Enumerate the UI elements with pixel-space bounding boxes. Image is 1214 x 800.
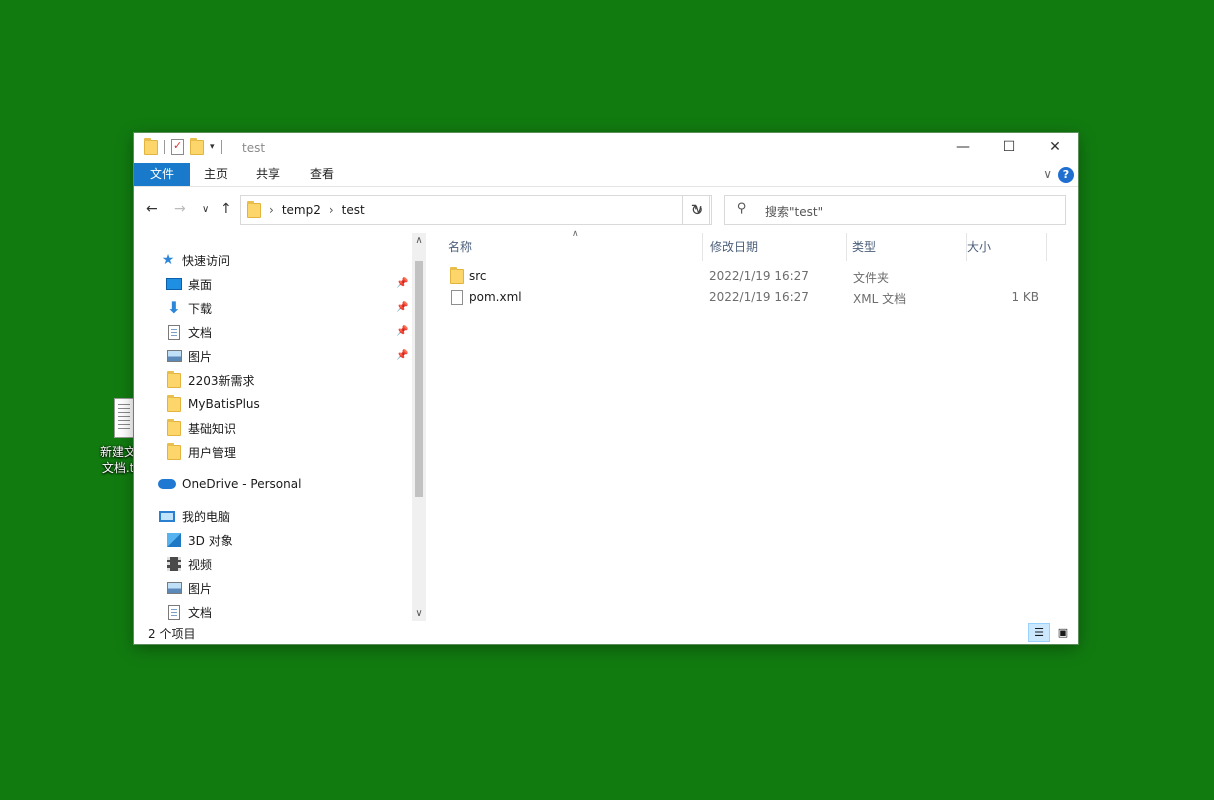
file-list: ∧ 名称 修改日期 类型 大小 src 2022/1/19 16:27 文件夹 … bbox=[426, 229, 1078, 621]
minimize-button[interactable]: — bbox=[940, 133, 986, 161]
sidebar-item-3d-objects[interactable]: 3D 对象 bbox=[166, 528, 233, 552]
video-icon bbox=[167, 557, 181, 571]
breadcrumb-item[interactable]: test bbox=[342, 203, 365, 217]
desktop-icon bbox=[166, 278, 182, 290]
back-arrow-icon[interactable]: ← bbox=[146, 201, 158, 217]
tab-home[interactable]: 主页 bbox=[194, 163, 238, 186]
sidebar-item-pc-documents[interactable]: 文档 bbox=[166, 600, 212, 621]
table-row[interactable]: pom.xml 2022/1/19 16:27 XML 文档 1 KB bbox=[426, 287, 1046, 308]
quick-access-toolbar: ▾ bbox=[144, 137, 222, 155]
file-modified: 2022/1/19 16:27 bbox=[709, 269, 809, 283]
file-type: 文件夹 bbox=[853, 271, 890, 285]
scroll-up-icon[interactable]: ∧ bbox=[412, 235, 426, 246]
window-controls: — ☐ ✕ bbox=[940, 133, 1078, 161]
navigation-pane: ★ 快速访问 桌面 📌 ⬇ 下载 📌 文档 📌 图片 📌 2203新需求 MyB… bbox=[134, 233, 412, 621]
star-icon: ★ bbox=[161, 252, 175, 268]
pin-icon[interactable]: 📌 bbox=[396, 326, 408, 337]
cloud-icon bbox=[158, 479, 176, 489]
document-icon bbox=[168, 324, 180, 340]
sidebar-item-onedrive[interactable]: OneDrive - Personal bbox=[158, 472, 301, 496]
chevron-right-icon[interactable]: › bbox=[269, 203, 274, 217]
breadcrumb-item[interactable]: temp2 bbox=[282, 203, 321, 217]
forward-arrow-icon[interactable]: → bbox=[174, 201, 186, 217]
window-title: test bbox=[242, 141, 266, 155]
pin-icon[interactable]: 📌 bbox=[396, 302, 408, 313]
folder-icon bbox=[167, 418, 181, 436]
customize-toolbar-icon[interactable]: ▾ bbox=[210, 142, 215, 152]
folder-icon bbox=[247, 200, 261, 218]
folder-icon bbox=[167, 442, 181, 460]
sidebar-item-pictures[interactable]: 图片 bbox=[166, 344, 212, 368]
item-count: 2 个项目 bbox=[148, 627, 196, 641]
folder-icon bbox=[167, 394, 181, 412]
scroll-down-icon[interactable]: ∨ bbox=[412, 608, 426, 619]
tab-view[interactable]: 查看 bbox=[300, 163, 344, 186]
file-size: 1 KB bbox=[1011, 290, 1039, 304]
sidebar-item-pc-pictures[interactable]: 图片 bbox=[166, 576, 212, 600]
file-modified: 2022/1/19 16:27 bbox=[709, 290, 809, 304]
sidebar-item-this-pc[interactable]: 我的电脑 bbox=[158, 504, 230, 528]
help-icon[interactable]: ? bbox=[1058, 167, 1074, 183]
search-icon: ⚲ bbox=[737, 201, 747, 216]
properties-icon[interactable] bbox=[171, 139, 184, 155]
tab-share[interactable]: 共享 bbox=[246, 163, 290, 186]
refresh-button[interactable]: ↻ bbox=[682, 195, 712, 225]
sidebar-item-mybatisplus[interactable]: MyBatisPlus bbox=[166, 392, 260, 416]
column-header-size[interactable]: 大小 bbox=[953, 233, 1041, 261]
new-folder-icon[interactable] bbox=[190, 137, 204, 155]
column-header-modified[interactable]: 修改日期 bbox=[696, 233, 838, 261]
sidebar-item-downloads[interactable]: ⬇ 下载 bbox=[166, 296, 212, 320]
picture-icon bbox=[166, 582, 182, 594]
file-name: pom.xml bbox=[469, 290, 522, 304]
file-icon bbox=[451, 290, 463, 305]
text-document-icon bbox=[114, 398, 134, 438]
pin-icon[interactable]: 📌 bbox=[396, 278, 408, 289]
scrollbar-thumb[interactable] bbox=[415, 261, 423, 497]
close-button[interactable]: ✕ bbox=[1032, 133, 1078, 161]
sidebar-item-user-management[interactable]: 用户管理 bbox=[166, 440, 236, 464]
sidebar-item-videos[interactable]: 视频 bbox=[166, 552, 212, 576]
pin-icon[interactable]: 📌 bbox=[396, 350, 408, 361]
recent-locations-icon[interactable]: ∨ bbox=[202, 204, 209, 215]
3d-objects-icon bbox=[167, 533, 181, 547]
folder-icon bbox=[450, 267, 464, 284]
computer-icon bbox=[159, 510, 175, 522]
view-switcher: ☰ ▣ bbox=[1028, 623, 1074, 642]
navigation-scrollbar[interactable]: ∧ ∨ bbox=[412, 233, 426, 621]
sidebar-item-basics[interactable]: 基础知识 bbox=[166, 416, 236, 440]
file-type: XML 文档 bbox=[853, 292, 907, 306]
large-icons-view-icon[interactable]: ▣ bbox=[1052, 623, 1074, 642]
explorer-window: ▾ test — ☐ ✕ 文件 主页 共享 查看 ∨ ? ← → ∨ ↑ › t… bbox=[134, 133, 1078, 644]
column-header-name[interactable]: 名称 bbox=[434, 233, 702, 261]
sidebar-item-quick-access[interactable]: ★ 快速访问 bbox=[160, 248, 230, 272]
sidebar-item-documents[interactable]: 文档 bbox=[166, 320, 212, 344]
table-row[interactable]: src 2022/1/19 16:27 文件夹 bbox=[426, 266, 1046, 287]
status-bar: 2 个项目 ☰ ▣ bbox=[134, 621, 1078, 644]
refresh-icon: ↻ bbox=[690, 201, 704, 219]
folder-icon bbox=[167, 370, 181, 388]
maximize-button[interactable]: ☐ bbox=[986, 133, 1032, 161]
folder-icon bbox=[144, 137, 158, 155]
up-arrow-icon[interactable]: ↑ bbox=[220, 201, 232, 217]
details-view-icon[interactable]: ☰ bbox=[1028, 623, 1050, 642]
sidebar-item-desktop[interactable]: 桌面 bbox=[166, 272, 212, 296]
chevron-right-icon[interactable]: › bbox=[329, 203, 334, 217]
title-bar: ▾ test — ☐ ✕ bbox=[134, 133, 1078, 163]
address-bar[interactable]: › temp2 › test ∨ bbox=[240, 195, 710, 225]
search-placeholder: 搜索"test" bbox=[765, 205, 824, 219]
sidebar-item-2203[interactable]: 2203新需求 bbox=[166, 368, 255, 392]
document-icon bbox=[168, 604, 180, 620]
picture-icon bbox=[166, 350, 182, 362]
download-icon: ⬇ bbox=[167, 298, 181, 317]
ribbon-tabs: 文件 主页 共享 查看 ∨ ? bbox=[134, 163, 1078, 187]
column-header-type[interactable]: 类型 bbox=[838, 233, 954, 261]
tab-file[interactable]: 文件 bbox=[134, 163, 190, 186]
search-input[interactable]: ⚲ 搜索"test" bbox=[724, 195, 1066, 225]
expand-ribbon-icon[interactable]: ∨ bbox=[1043, 167, 1052, 181]
file-name: src bbox=[469, 269, 487, 283]
